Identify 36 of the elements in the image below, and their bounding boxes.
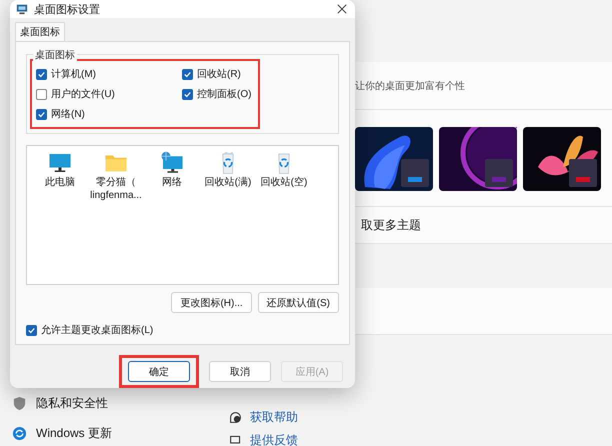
network-icon [160, 151, 184, 175]
dialog-button[interactable]: 取消 [209, 361, 271, 382]
help-icon [229, 411, 242, 424]
group-title: 桌面图标 [33, 48, 77, 62]
dialog-button[interactable]: 更改图标(H)... [171, 292, 252, 314]
close-icon[interactable] [337, 4, 347, 14]
shield-icon [12, 396, 27, 410]
checkmark-icon [37, 70, 46, 78]
monitor-icon [48, 151, 72, 175]
desktop-icon-item[interactable]: 回收站(满) [201, 150, 255, 190]
desktop-icon-item[interactable]: 网络 [145, 150, 199, 190]
dialog-button[interactable]: 确定 [128, 361, 190, 382]
checkbox[interactable]: 允许主题更改桌面图标(L) [26, 322, 339, 338]
desktop-icon-item[interactable]: 零分猫（ lingfenma... [89, 150, 143, 203]
checkbox[interactable]: 网络(N) [36, 106, 182, 122]
desktop-icon-item[interactable]: 此电脑 [33, 150, 87, 190]
help-link[interactable]: 提供反馈 [250, 432, 298, 446]
update-icon [12, 426, 27, 440]
dialog-button[interactable]: 还原默认值(S) [258, 292, 339, 314]
description-text: 让你的桌面更加富有个性 [355, 80, 465, 92]
checkmark-icon [183, 90, 192, 98]
sidebar-item[interactable]: 隐私和安全性 [0, 388, 215, 418]
help-link[interactable]: 获取帮助 [250, 409, 298, 426]
tab[interactable]: 桌面图标 [15, 22, 65, 41]
window-title: 桌面图标设置 [34, 2, 101, 16]
checkbox[interactable]: 用户的文件(U) [36, 86, 182, 102]
checkbox[interactable]: 计算机(M) [36, 66, 182, 82]
checkmark-icon [37, 110, 46, 118]
checkmark-icon [27, 326, 36, 335]
checkbox[interactable]: 回收站(R) [182, 66, 272, 82]
desktop-icon-item[interactable]: 回收站(空) [257, 150, 311, 190]
checkbox[interactable]: 控制面板(O) [182, 86, 272, 102]
checkmark-icon [183, 70, 192, 78]
desktop-icon [16, 3, 28, 15]
sidebar-item[interactable]: Windows 更新 [0, 418, 215, 446]
more-themes-link[interactable]: 取更多主题 [361, 216, 421, 234]
